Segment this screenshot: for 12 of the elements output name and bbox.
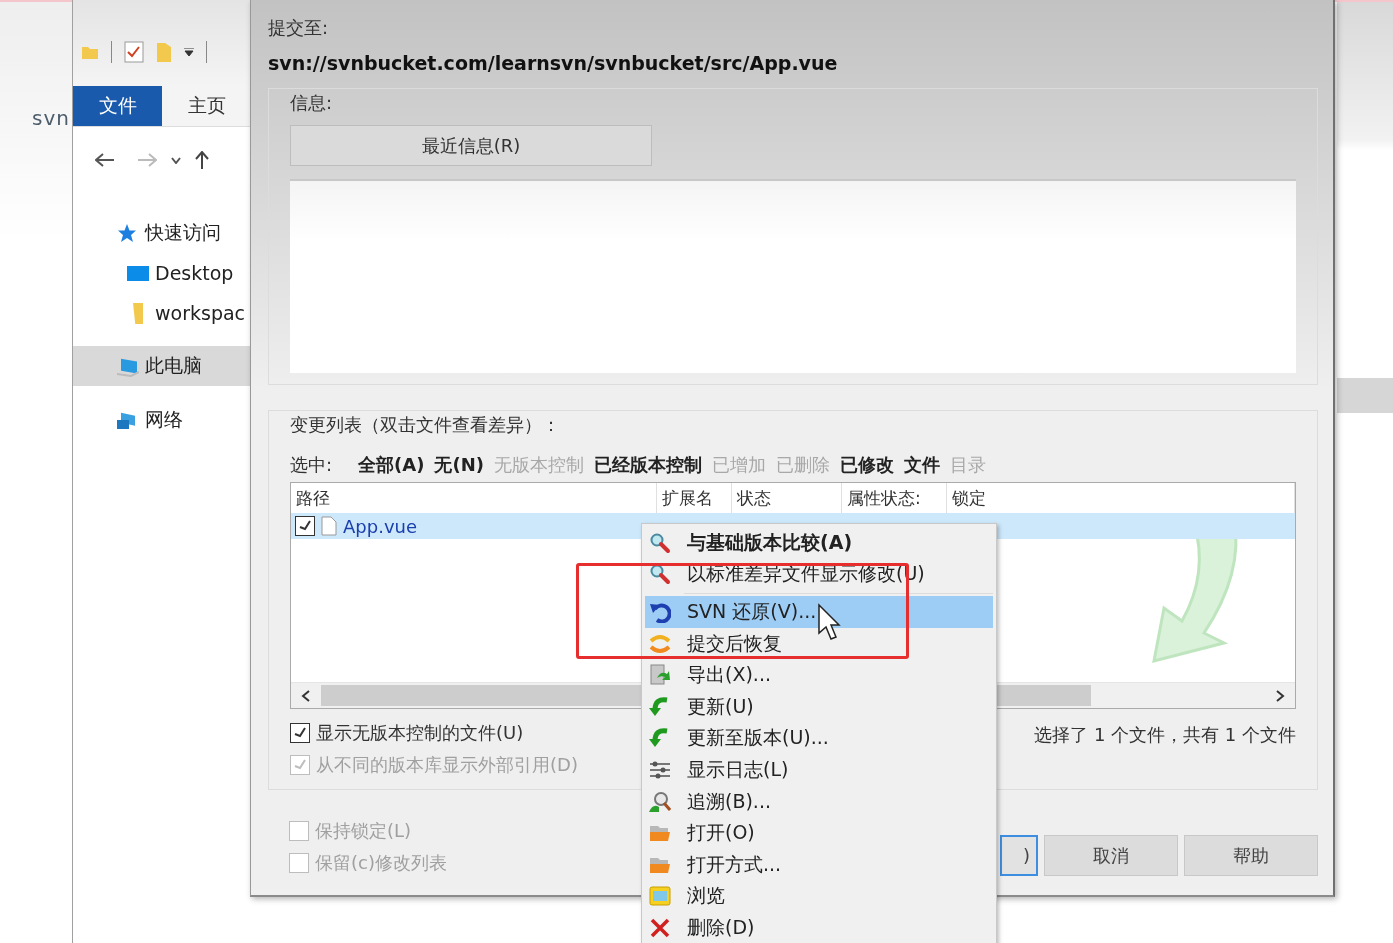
window-label: svn xyxy=(32,106,70,130)
field-label: 提交至: xyxy=(268,16,330,40)
checkbox-label: 从不同的版本库显示外部引用(D) xyxy=(316,753,578,777)
checkbox-label: 显示无版本控制的文件(U) xyxy=(316,721,524,745)
group-title: 信息: xyxy=(290,91,334,115)
selection-summary: 选择了 1 个文件，共有 1 个文件 xyxy=(1034,723,1296,747)
repository-url: svn://svnbucket.com/learnsvn/svnbucket/src/App.vue xyxy=(268,51,839,76)
filter-label: 选中: xyxy=(290,453,333,477)
checkbox-label: 保持锁定(L) xyxy=(315,819,412,843)
checkbox-label: 保留(c)修改列表 xyxy=(315,851,447,875)
file-name: App.vue xyxy=(343,515,418,537)
group-title: 变更列表（双击文件查看差异）： xyxy=(290,413,561,437)
